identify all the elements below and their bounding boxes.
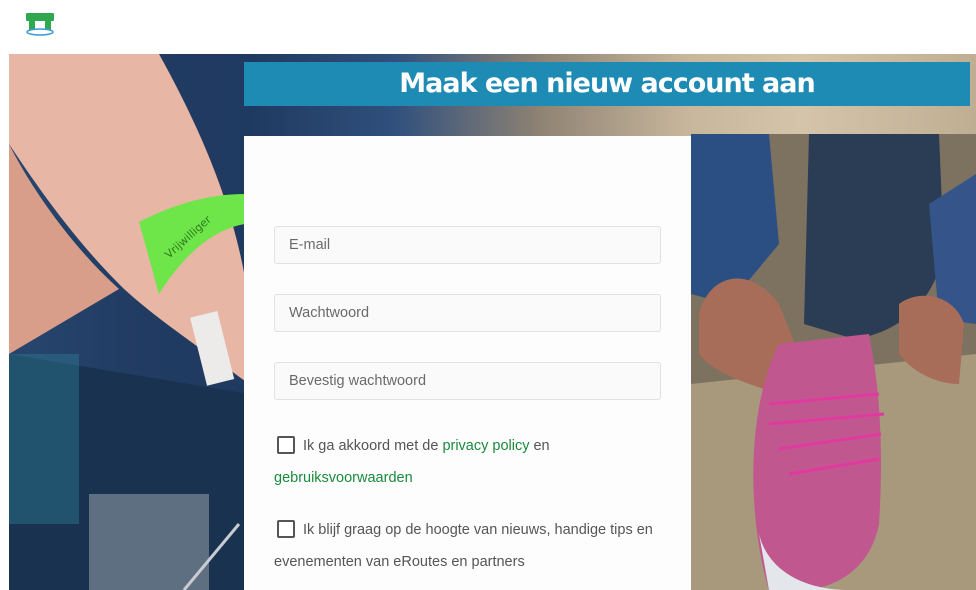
terms-text-middle: en	[529, 438, 550, 454]
terms-checkbox[interactable]	[277, 436, 295, 454]
terms-of-use-link[interactable]: gebruiksvoorwaarden	[274, 470, 413, 486]
terms-text-before: Ik ga akkoord met de	[303, 438, 443, 454]
green-table-logo-icon[interactable]	[24, 11, 56, 37]
privacy-policy-link[interactable]: privacy policy	[442, 438, 529, 454]
confirm-password-field[interactable]	[274, 362, 661, 400]
terms-consent: Ik ga akkoord met de privacy policy en g…	[274, 430, 664, 494]
page-title: Maak een nieuw account aan	[244, 62, 970, 106]
password-field[interactable]	[274, 294, 661, 332]
email-field[interactable]	[274, 226, 661, 264]
top-bar	[0, 0, 976, 54]
signup-form-card: Ik ga akkoord met de privacy policy en g…	[244, 136, 691, 590]
newsletter-checkbox[interactable]	[277, 520, 295, 538]
newsletter-text: Ik blijf graag op de hoogte van nieuws, …	[274, 522, 653, 570]
newsletter-consent: Ik blijf graag op de hoogte van nieuws, …	[274, 514, 664, 578]
